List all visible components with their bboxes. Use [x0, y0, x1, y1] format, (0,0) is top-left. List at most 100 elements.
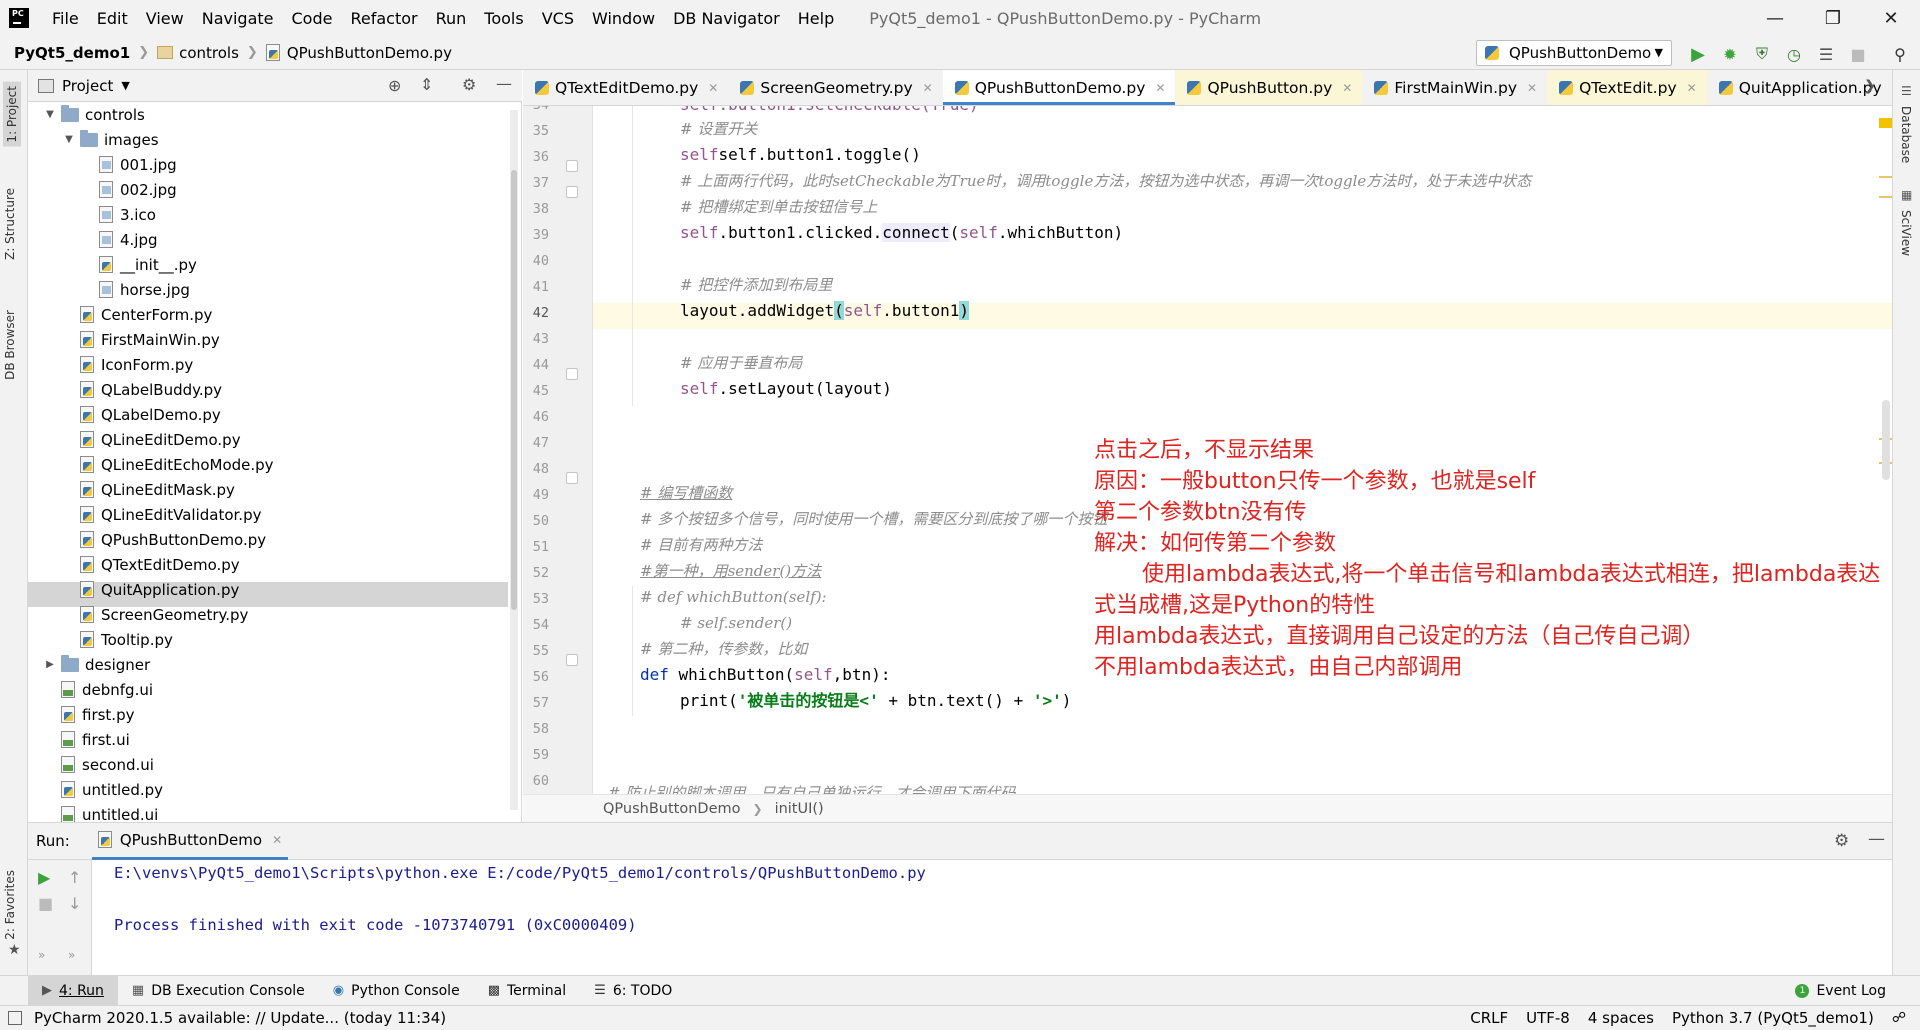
chevron-right-icon[interactable]: ▶ — [43, 659, 57, 670]
tree-item[interactable]: __init__.py — [81, 252, 197, 277]
status-message[interactable]: PyCharm 2020.1.5 available: // Update...… — [34, 1009, 446, 1027]
fold-marker-icon[interactable] — [566, 472, 578, 484]
editor-tab[interactable]: FirstMainWin.py ✕ — [1362, 70, 1547, 105]
menu-window[interactable]: Window — [583, 9, 664, 28]
tree-item[interactable]: Tooltip.py — [62, 627, 173, 652]
tree-item[interactable]: debnfg.ui — [43, 677, 153, 702]
tree-item[interactable]: ▶ designer — [43, 652, 150, 677]
close-icon[interactable]: ✕ — [708, 81, 718, 95]
tree-item[interactable]: ▼ controls — [43, 102, 145, 127]
editor-tab[interactable]: QPushButtonDemo.py ✕ — [942, 70, 1176, 105]
tree-item[interactable]: QTextEditDemo.py — [62, 552, 240, 577]
tree-item[interactable]: first.ui — [43, 727, 130, 752]
breadcrumb-method[interactable]: initUI() — [775, 801, 824, 817]
debug-icon[interactable]: ✹ — [1720, 44, 1740, 64]
project-panel-title[interactable]: Project — [62, 77, 113, 95]
menu-run[interactable]: Run — [427, 9, 476, 28]
chevron-down-icon[interactable]: ▼ — [62, 134, 76, 145]
menu-navigate[interactable]: Navigate — [193, 9, 283, 28]
tree-item[interactable]: QLineEditEchoMode.py — [62, 452, 274, 477]
editor-tab[interactable]: ScreenGeometry.py ✕ — [728, 70, 942, 105]
build-icon[interactable]: ☰ — [1816, 44, 1836, 64]
menu-db-navigator[interactable]: DB Navigator — [664, 9, 789, 28]
project-tree-scrollbar[interactable] — [510, 110, 518, 810]
profile-icon[interactable]: ◷ — [1784, 44, 1804, 64]
status-indent[interactable]: 4 spaces — [1588, 1009, 1654, 1027]
tree-item[interactable]: second.ui — [43, 752, 154, 777]
toggle-tool-windows-icon[interactable] — [8, 1011, 22, 1025]
tree-item[interactable]: untitled.ui — [43, 802, 158, 822]
menu-vcs[interactable]: VCS — [533, 9, 583, 28]
tool-tab-terminal[interactable]: ▩ Terminal — [474, 976, 580, 1006]
tree-item[interactable]: QLineEditValidator.py — [62, 502, 261, 527]
minimize-icon[interactable]: — — [1750, 0, 1800, 36]
gear-icon[interactable]: ⚙ — [1834, 831, 1849, 851]
editor-tab[interactable]: QTextEditDemo.py ✕ — [523, 70, 728, 105]
arrow-down-icon[interactable]: ↓ — [68, 894, 81, 913]
menu-refactor[interactable]: Refactor — [341, 9, 426, 28]
close-icon[interactable]: ✕ — [1527, 81, 1537, 95]
gear-icon[interactable]: ⚙ — [462, 75, 476, 94]
tool-tab-event-log[interactable]: 1 Event Log — [1781, 976, 1900, 1006]
fold-marker-icon[interactable] — [566, 186, 578, 198]
breadcrumb-project[interactable]: PyQt5_demo1 — [14, 44, 130, 62]
fold-marker-icon[interactable] — [566, 654, 578, 666]
lock-icon[interactable]: ☍ — [1892, 1010, 1906, 1026]
status-interpreter[interactable]: Python 3.7 (PyQt5_demo1) — [1672, 1009, 1874, 1027]
tree-item[interactable]: ▼ images — [62, 127, 159, 152]
fold-marker-icon[interactable] — [566, 368, 578, 380]
tool-tab-db-console[interactable]: ▦ DB Execution Console — [118, 976, 319, 1006]
tree-item[interactable]: 002.jpg — [81, 177, 177, 202]
tree-item[interactable]: FirstMainWin.py — [62, 327, 220, 352]
tool-tab-favorites[interactable]: 2: Favorites — [3, 870, 17, 940]
tool-tab-structure[interactable]: Z: Structure — [3, 188, 17, 260]
editor-tab[interactable]: QPushButton.py ✕ — [1175, 70, 1363, 105]
close-icon[interactable]: ✕ — [272, 833, 282, 847]
menu-view[interactable]: View — [137, 9, 193, 28]
arrow-up-icon[interactable]: ↑ — [68, 868, 81, 887]
tree-item[interactable]: untitled.py — [43, 777, 163, 802]
tool-tab-sciview[interactable]: SciView — [1899, 210, 1913, 256]
tool-tab-project[interactable]: 1: Project — [3, 82, 21, 147]
search-icon[interactable]: ⚲ — [1890, 44, 1910, 64]
tool-tab-todo[interactable]: ☰ 6: TODO — [580, 976, 686, 1006]
maximize-icon[interactable]: ❐ — [1808, 0, 1858, 36]
tree-item[interactable]: 001.jpg — [81, 152, 177, 177]
run-tab[interactable]: QPushButtonDemo ✕ — [91, 822, 289, 860]
breadcrumb-file[interactable]: QPushButtonDemo.py — [287, 44, 452, 62]
close-icon[interactable]: ✕ — [1342, 81, 1352, 95]
tree-item[interactable]: CenterForm.py — [62, 302, 212, 327]
tree-item[interactable]: QLabelDemo.py — [62, 402, 221, 427]
close-icon[interactable]: ✕ — [923, 81, 933, 95]
close-icon[interactable]: ✕ — [1155, 81, 1165, 95]
tool-tab-run[interactable]: ▶ 4: Run — [28, 975, 118, 1006]
menu-edit[interactable]: Edit — [88, 9, 137, 28]
menu-tools[interactable]: Tools — [475, 9, 532, 28]
inspection-indicator[interactable] — [1879, 118, 1892, 128]
tool-tab-database[interactable]: Database — [1899, 106, 1913, 163]
run-icon[interactable]: ▶ — [1688, 44, 1708, 65]
tree-item[interactable]: QLineEditDemo.py — [62, 427, 241, 452]
hide-panel-icon[interactable]: — — [1868, 829, 1885, 849]
collapse-all-icon[interactable]: ⇕ — [420, 75, 433, 94]
tool-tab-db-browser[interactable]: DB Browser — [3, 310, 17, 380]
tree-item[interactable]: 3.ico — [81, 202, 156, 227]
tree-item[interactable]: 4.jpg — [81, 227, 158, 252]
status-encoding[interactable]: UTF-8 — [1526, 1009, 1570, 1027]
breadcrumb-folder[interactable]: controls — [179, 44, 239, 62]
close-icon[interactable]: ✕ — [1687, 81, 1697, 95]
menu-code[interactable]: Code — [283, 9, 342, 28]
chevron-down-icon[interactable]: ▼ — [43, 109, 57, 120]
chevron-down-icon[interactable]: ▼ — [121, 79, 129, 92]
chevron-down-icon[interactable]: ❯ — [1864, 78, 1876, 94]
breadcrumb-class[interactable]: QPushButtonDemo — [603, 801, 741, 817]
stop-icon[interactable]: ■ — [1848, 44, 1868, 64]
tool-tab-python-console[interactable]: ◉ Python Console — [319, 976, 474, 1006]
status-line-separator[interactable]: CRLF — [1470, 1009, 1508, 1027]
tree-item[interactable]: first.py — [43, 702, 134, 727]
menu-help[interactable]: Help — [789, 9, 843, 28]
more-icon[interactable]: » — [68, 948, 75, 962]
fold-marker-icon[interactable] — [566, 160, 578, 172]
run-configuration-select[interactable]: QPushButtonDemo ▼ — [1476, 40, 1672, 66]
tree-item[interactable]: IconForm.py — [62, 352, 193, 377]
